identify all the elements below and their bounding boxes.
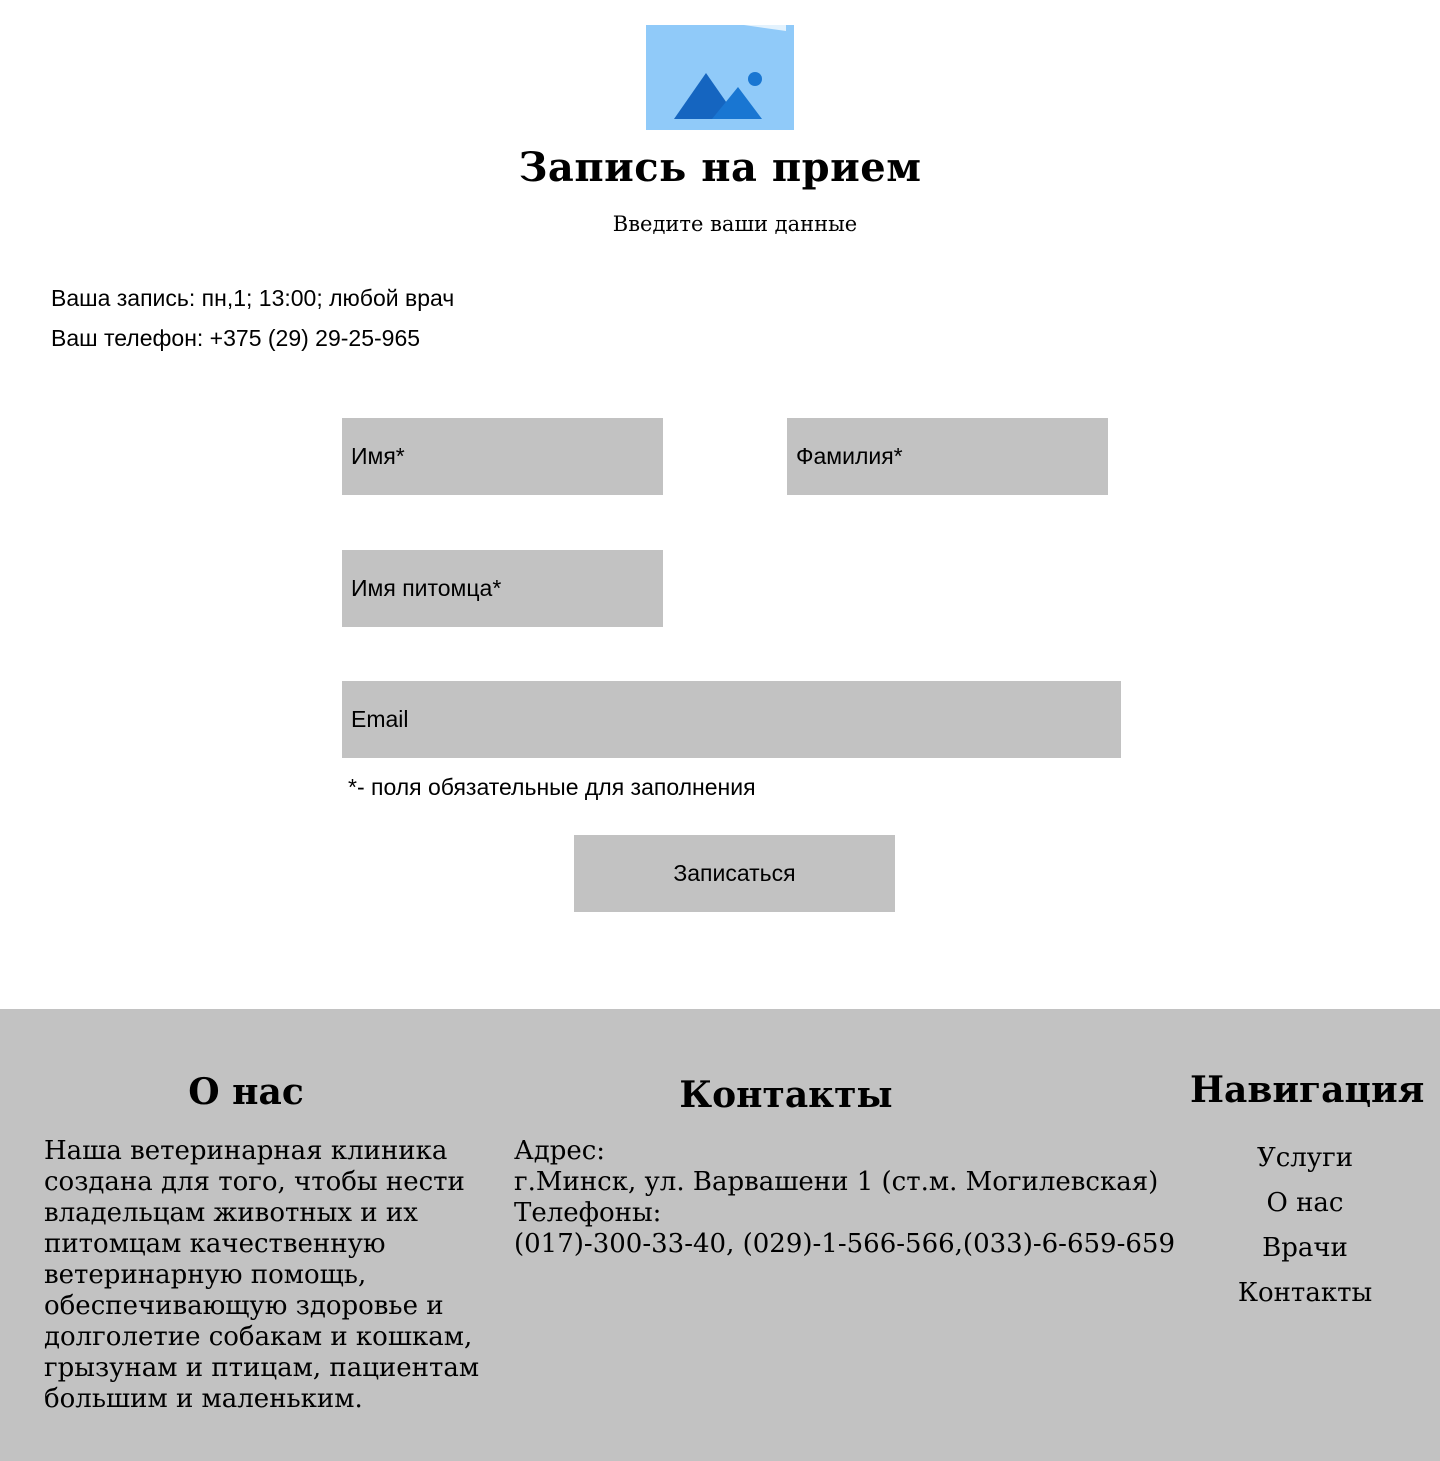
contacts-heading: Контакты bbox=[679, 1074, 893, 1116]
about-heading: О нас bbox=[188, 1071, 304, 1113]
address-label: Адрес: bbox=[514, 1136, 606, 1166]
image-placeholder-icon bbox=[646, 25, 794, 130]
nav-item-contacts[interactable]: Контакты bbox=[1212, 1271, 1398, 1316]
appointment-summary: Ваша запись: пн,1; 13:00; любой врач bbox=[51, 285, 455, 311]
last-name-input[interactable] bbox=[787, 418, 1108, 495]
page-subtitle: Введите ваши данные bbox=[612, 212, 858, 236]
email-input[interactable] bbox=[342, 681, 1121, 758]
contacts-block: Адрес: г.Минск, ул. Варвашени 1 (ст.м. М… bbox=[514, 1136, 1234, 1260]
phones-label: Телефоны: bbox=[514, 1198, 662, 1228]
footer-nav: Услуги О нас Врачи Контакты bbox=[1212, 1136, 1398, 1316]
phones-value: (017)-300-33-40, (029)-1-566-566,(033)-6… bbox=[514, 1229, 1175, 1259]
first-name-input[interactable] bbox=[342, 418, 663, 495]
page-title: Запись на прием bbox=[518, 144, 922, 191]
submit-button[interactable]: Записаться bbox=[574, 835, 895, 912]
about-text: Наша ветеринарная клиника создана для то… bbox=[44, 1136, 480, 1414]
nav-item-doctors[interactable]: Врачи bbox=[1212, 1226, 1398, 1271]
phone-summary: Ваш телефон: +375 (29) 29-25-965 bbox=[51, 325, 421, 351]
nav-item-about[interactable]: О нас bbox=[1212, 1181, 1398, 1226]
required-fields-note: *- поля обязательные для заполнения bbox=[348, 774, 756, 800]
navigation-heading: Навигация bbox=[1190, 1069, 1425, 1111]
footer: О нас Наша ветеринарная клиника создана … bbox=[0, 1009, 1440, 1461]
pet-name-input[interactable] bbox=[342, 550, 663, 627]
address-value: г.Минск, ул. Варвашени 1 (ст.м. Могилевс… bbox=[514, 1167, 1159, 1197]
nav-item-services[interactable]: Услуги bbox=[1212, 1136, 1398, 1181]
